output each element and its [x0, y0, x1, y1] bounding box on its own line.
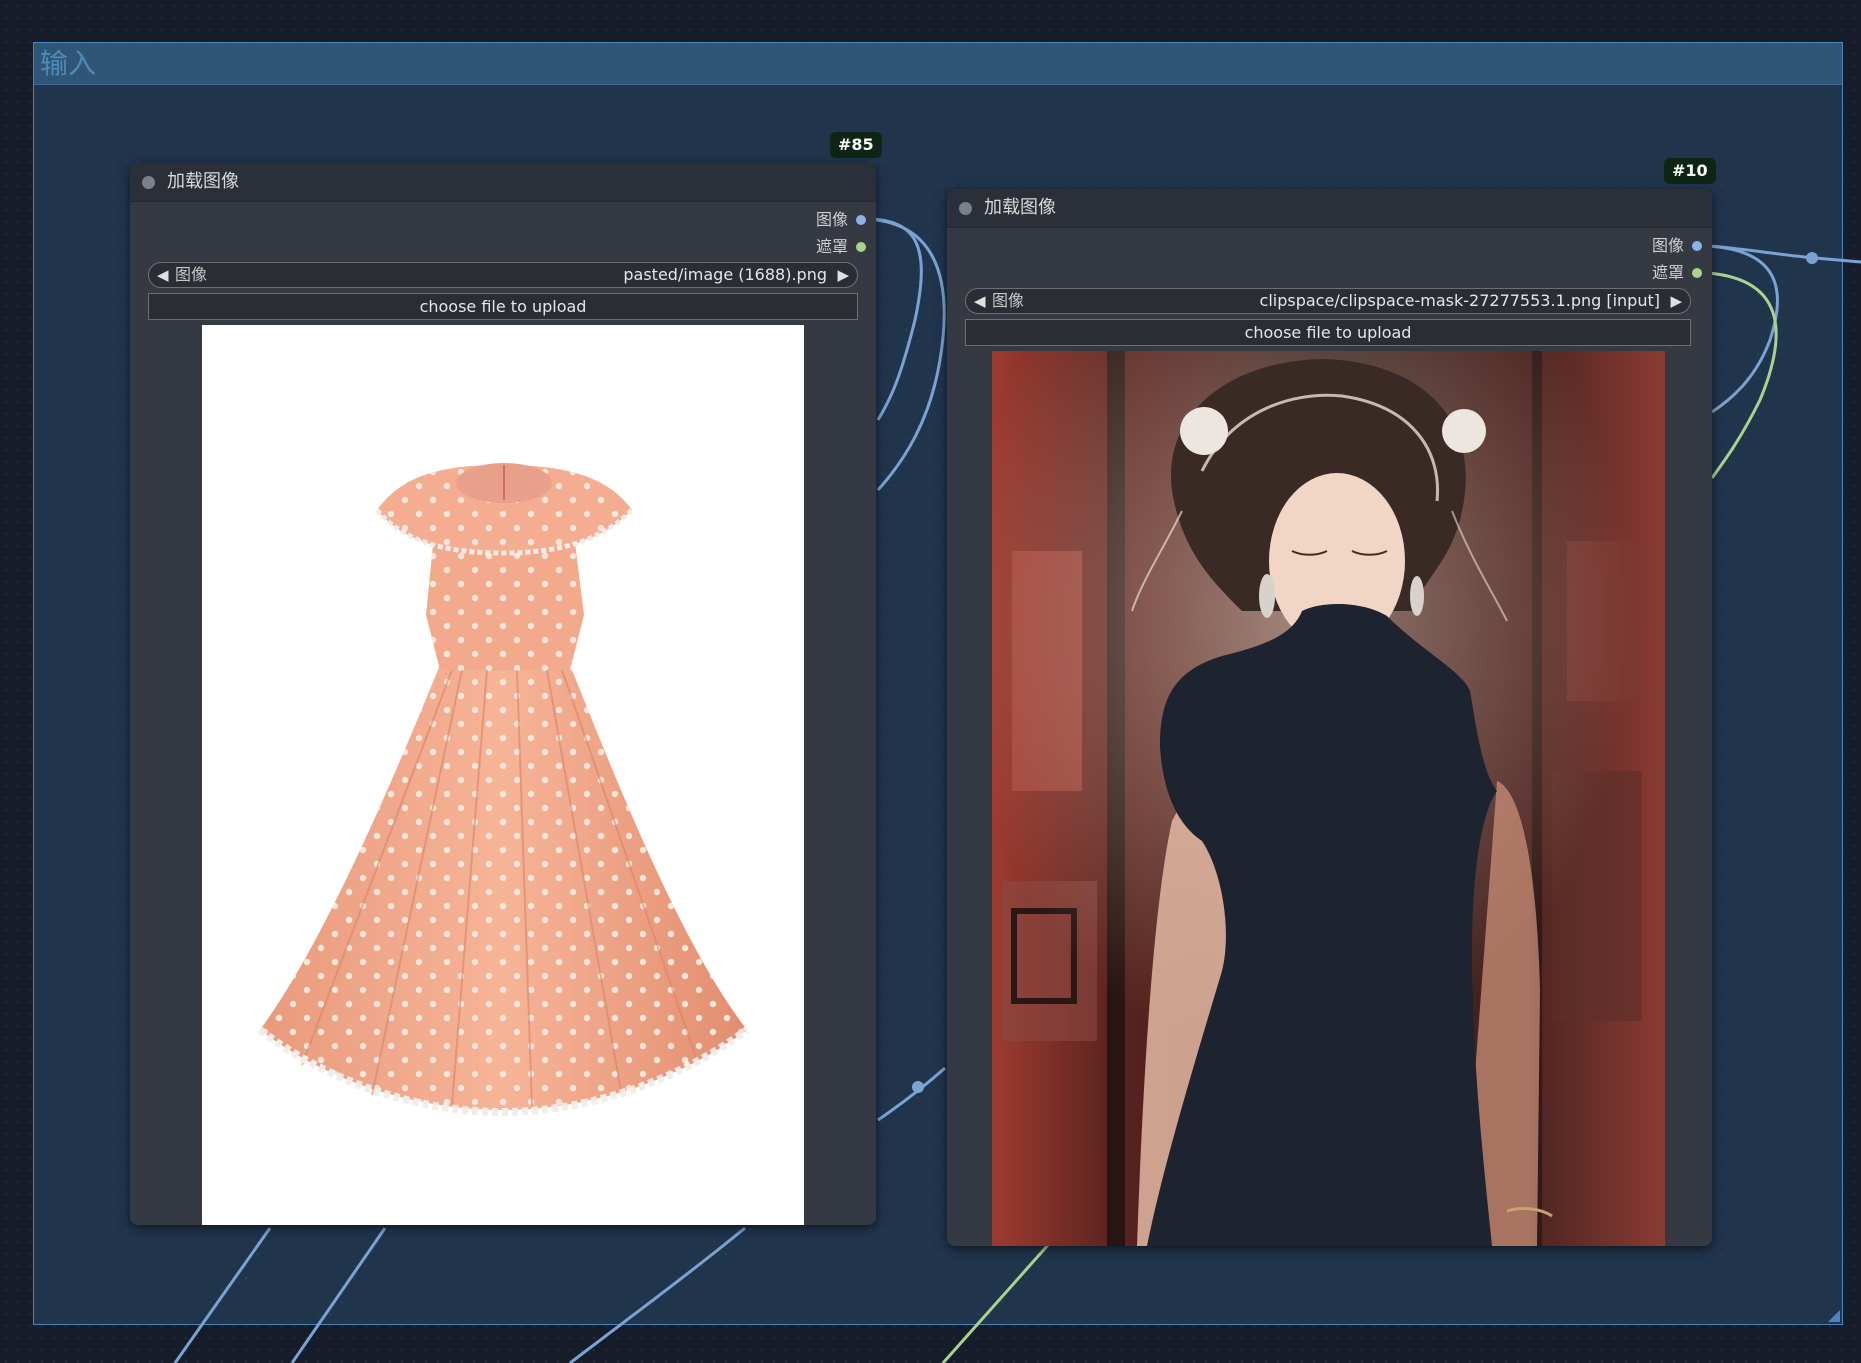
- load-image-node-85[interactable]: 加载图像 图像 遮罩 ◀ 图像 pasted/image (1688).png …: [130, 163, 876, 1225]
- output-dot-icon[interactable]: [1692, 268, 1702, 278]
- combo-label: 图像: [175, 265, 208, 284]
- node-id-badge: #10: [1664, 158, 1716, 184]
- combo-next-arrow-icon[interactable]: ▶: [1670, 291, 1682, 311]
- group-header[interactable]: 输入: [34, 43, 1842, 85]
- combo-label: 图像: [992, 291, 1025, 310]
- group-title: 输入: [40, 47, 97, 80]
- output-slot-image[interactable]: 图像: [816, 210, 866, 230]
- collapse-dot-icon[interactable]: [142, 176, 155, 189]
- output-label: 遮罩: [815, 237, 848, 256]
- output-label: 图像: [815, 210, 848, 229]
- output-slot-image[interactable]: 图像: [1652, 236, 1702, 256]
- upload-button[interactable]: choose file to upload: [965, 319, 1691, 346]
- combo-value: pasted/image (1688).png: [623, 265, 827, 284]
- output-slot-mask[interactable]: 遮罩: [1652, 263, 1702, 283]
- graph-canvas[interactable]: 输入 #85 加载图像 图像 遮罩 ◀ 图像 pasted/image (168…: [0, 0, 1861, 1363]
- output-dot-icon[interactable]: [856, 215, 866, 225]
- output-slot-mask[interactable]: 遮罩: [816, 237, 866, 257]
- output-label: 遮罩: [1651, 263, 1684, 282]
- combo-value: clipspace/clipspace-mask-27277553.1.png …: [1259, 291, 1660, 310]
- node-title: 加载图像: [167, 171, 239, 192]
- girl-masked-image: [992, 351, 1665, 1246]
- node-title: 加载图像: [984, 197, 1056, 218]
- image-preview: [202, 325, 804, 1225]
- upload-button[interactable]: choose file to upload: [148, 293, 858, 320]
- combo-prev-arrow-icon[interactable]: ◀: [157, 265, 169, 285]
- collapse-dot-icon[interactable]: [959, 202, 972, 215]
- load-image-node-10[interactable]: 加载图像 图像 遮罩 ◀ 图像 clipspace/clipspace-mask…: [947, 189, 1712, 1246]
- node-header[interactable]: 加载图像: [130, 163, 876, 202]
- dress-image: [257, 463, 750, 1117]
- node-id-badge: #85: [830, 132, 882, 158]
- output-dot-icon[interactable]: [1692, 241, 1702, 251]
- image-combo-widget[interactable]: ◀ 图像 clipspace/clipspace-mask-27277553.1…: [965, 288, 1691, 314]
- image-combo-widget[interactable]: ◀ 图像 pasted/image (1688).png ▶: [148, 262, 858, 288]
- combo-prev-arrow-icon[interactable]: ◀: [974, 291, 986, 311]
- image-preview: [992, 351, 1665, 1246]
- combo-next-arrow-icon[interactable]: ▶: [837, 265, 849, 285]
- group-resize-handle[interactable]: [1828, 1310, 1840, 1322]
- output-dot-icon[interactable]: [856, 242, 866, 252]
- node-header[interactable]: 加载图像: [947, 189, 1712, 228]
- output-label: 图像: [1651, 236, 1684, 255]
